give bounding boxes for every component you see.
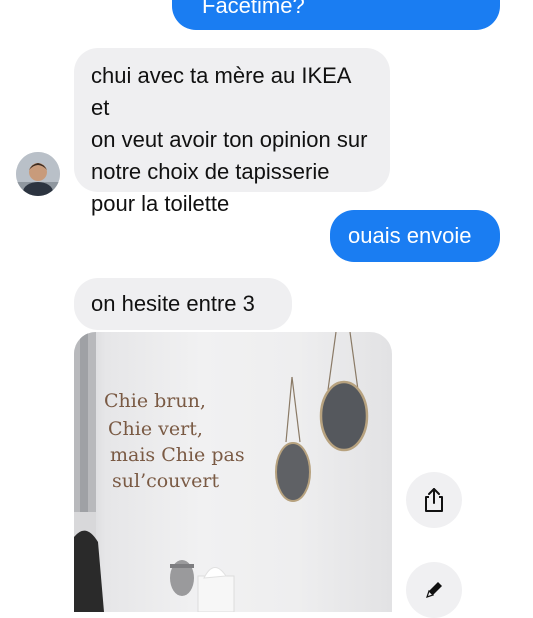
share-icon [425,488,443,512]
photo-caption-line-4: sul’couvert [112,470,220,492]
vase-rim [170,564,194,568]
message-text-line-4: pour la toilette [91,191,230,216]
received-message-ikea[interactable]: chui avec ta mère au IKEA et on veut avo… [74,48,390,216]
message-text-line-2: on veut avoir ton opinion sur [91,127,368,152]
avatar[interactable] [16,152,60,196]
tissue [203,567,227,579]
message-text-line-3: notre choix de tapisserie [91,159,330,184]
embroidery-hoop-right [319,380,369,452]
photo-caption-line-1: Chie brun, [104,390,206,412]
hanging-cord [291,376,301,443]
hanging-cord [349,332,359,391]
edit-button[interactable] [406,562,462,618]
photo-attachment[interactable]: Chie brun, Chie vert, mais Chie pas sul’… [74,332,392,612]
photo-caption-line-2: Chie vert, [108,418,203,440]
share-button[interactable] [406,472,462,528]
sent-message-facetime[interactable]: Facetime? [172,0,500,30]
received-message-hesite[interactable]: on hesite entre 3 [74,278,292,330]
hanging-cord [327,332,337,391]
embroidery-hoop-left [275,442,311,502]
tissue-box [197,575,235,612]
message-text-line-1: chui avec ta mère au IKEA et [91,63,351,120]
hanging-cord [285,376,293,443]
photo-caption-line-3: mais Chie pas [110,444,245,466]
message-text: on hesite entre 3 [91,291,255,316]
message-text: ouais envoie [348,223,472,248]
message-text: Facetime? [202,0,305,18]
sent-message-reply[interactable]: ouais envoie [330,210,500,262]
pencil-icon [426,582,442,598]
avatar-image [16,152,60,196]
